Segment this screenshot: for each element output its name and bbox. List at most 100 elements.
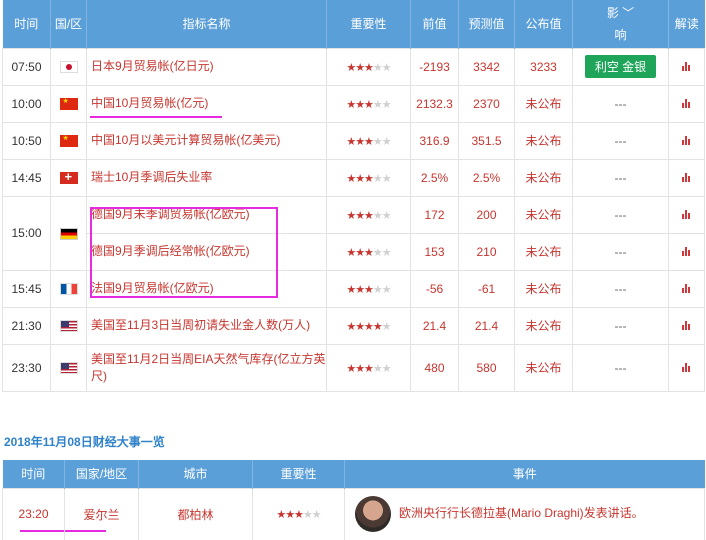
events-header-country: 国家/地区 <box>64 460 139 488</box>
importance-stars: ★★★★★ <box>346 135 391 148</box>
previous-value: 480 <box>410 343 459 392</box>
indicator-name[interactable]: 美国至11月2日当周EIA天然气库存(亿立方英尺) <box>86 343 327 392</box>
row-time: 10:00 <box>2 84 51 123</box>
header-indicator: 指标名称 <box>86 0 327 48</box>
row-time: 21:30 <box>2 306 51 345</box>
cn-flag-icon <box>59 135 78 148</box>
previous-value: 21.4 <box>410 306 459 345</box>
table-row: 10:50 中国10月以美元计算贸易帐(亿美元) ★★★★★ 316.9 351… <box>2 121 705 160</box>
highlight-box-germany-france <box>90 207 278 298</box>
impact-value: --- <box>572 306 669 345</box>
header-actual: 公布值 <box>514 0 573 48</box>
row-time: 10:50 <box>2 121 51 160</box>
previous-value: -2193 <box>410 47 459 86</box>
bar-chart-icon[interactable] <box>681 362 692 372</box>
importance-stars: ★★★★★ <box>346 209 391 222</box>
header-forecast: 预测值 <box>458 0 515 48</box>
event-country: 爱尔兰 <box>64 487 139 540</box>
actual-value: 未公布 <box>514 121 573 160</box>
header-importance: 重要性 <box>326 0 411 48</box>
bar-chart-icon[interactable] <box>681 98 692 108</box>
forecast-value: -61 <box>458 269 515 308</box>
forecast-value: 21.4 <box>458 306 515 345</box>
actual-value: 未公布 <box>514 195 573 234</box>
table-row: 14:45 瑞士10月季调后失业率 ★★★★★ 2.5% 2.5% 未公布 --… <box>2 158 705 197</box>
header-time: 时间 <box>2 0 51 48</box>
impact-value: --- <box>572 121 669 160</box>
actual-value: 未公布 <box>514 269 573 308</box>
impact-value: --- <box>572 158 669 197</box>
importance-stars: ★★★★★ <box>346 61 391 74</box>
row-time: 14:45 <box>2 158 51 197</box>
impact-value: --- <box>572 269 669 308</box>
bar-chart-icon[interactable] <box>681 209 692 219</box>
indicator-name[interactable]: 中国10月以美元计算贸易帐(亿美元) <box>86 121 327 160</box>
actual-value: 未公布 <box>514 84 573 123</box>
actual-value: 未公布 <box>514 158 573 197</box>
importance-stars: ★★★★★ <box>346 283 391 296</box>
events-header-event: 事件 <box>344 460 705 488</box>
actual-value: 未公布 <box>514 343 573 392</box>
forecast-value: 2.5% <box>458 158 515 197</box>
previous-value: 2132.3 <box>410 84 459 123</box>
actual-value: 未公布 <box>514 306 573 345</box>
de-flag-icon <box>59 227 78 240</box>
impact-value: --- <box>572 195 669 234</box>
events-header-time: 时间 <box>2 460 65 488</box>
us-flag-icon <box>59 362 78 375</box>
previous-value: 2.5% <box>410 158 459 197</box>
impact-value: --- <box>572 343 669 392</box>
event-description[interactable]: 欧洲央行行长德拉基(Mario Draghi)发表讲话。 <box>399 506 644 520</box>
header-country: 国/区 <box>50 0 87 48</box>
event-city: 都柏林 <box>138 487 253 540</box>
impact-label-top: 影 ﹀ <box>606 5 635 20</box>
importance-stars: ★★★★★ <box>346 246 391 259</box>
forecast-value: 200 <box>458 195 515 234</box>
importance-stars: ★★★★★ <box>346 362 391 375</box>
impact-label-bottom: 响 <box>614 27 627 42</box>
forecast-value: 3342 <box>458 47 515 86</box>
fr-flag-icon <box>59 283 78 296</box>
bar-chart-icon[interactable] <box>681 172 692 182</box>
table-header-row: 时间 国/区 指标名称 重要性 前值 预测值 公布值 影 ﹀ 响 解读 <box>2 0 705 48</box>
row-time: 07:50 <box>2 47 51 86</box>
actual-value: 3233 <box>514 47 573 86</box>
bar-chart-icon[interactable] <box>681 283 692 293</box>
speaker-avatar <box>355 496 391 532</box>
row-time: 15:00 <box>2 195 51 271</box>
previous-value: 316.9 <box>410 121 459 160</box>
us-flag-icon <box>59 320 78 333</box>
header-impact[interactable]: 影 ﹀ 响 <box>572 0 669 48</box>
previous-value: -56 <box>410 269 459 308</box>
events-section-title: 2018年11月08日财经大事一览 <box>4 435 165 449</box>
previous-value: 172 <box>410 195 459 234</box>
events-header-importance: 重要性 <box>252 460 345 488</box>
row-time: 23:30 <box>2 343 51 392</box>
table-row: 21:30 美国至11月3日当周初请失业金人数(万人) ★★★★★ 21.4 2… <box>2 306 705 345</box>
bar-chart-icon[interactable] <box>681 61 692 71</box>
events-header-city: 城市 <box>138 460 253 488</box>
importance-stars: ★★★★★ <box>346 320 391 333</box>
bar-chart-icon[interactable] <box>681 246 692 256</box>
impact-badge[interactable]: 利空 金银 <box>584 55 657 78</box>
previous-value: 153 <box>410 232 459 271</box>
forecast-value: 351.5 <box>458 121 515 160</box>
table-row: 07:50 日本9月贸易帐(亿日元) ★★★★★ -2193 3342 3233… <box>2 47 705 86</box>
bar-chart-icon[interactable] <box>681 135 692 145</box>
indicator-name[interactable]: 瑞士10月季调后失业率 <box>86 158 327 197</box>
forecast-value: 580 <box>458 343 515 392</box>
impact-value: --- <box>572 84 669 123</box>
row-time: 15:45 <box>2 269 51 308</box>
table-row: 23:30 美国至11月2日当周EIA天然气库存(亿立方英尺) ★★★★★ 48… <box>2 343 705 392</box>
ch-flag-icon <box>59 170 78 185</box>
events-header-row: 时间 国家/地区 城市 重要性 事件 <box>2 460 705 488</box>
cn-flag-icon <box>59 98 78 111</box>
header-previous: 前值 <box>410 0 459 48</box>
indicator-name[interactable]: 美国至11月3日当周初请失业金人数(万人) <box>86 306 327 345</box>
impact-value: --- <box>572 232 669 271</box>
bar-chart-icon[interactable] <box>681 320 692 330</box>
events-table: 时间 国家/地区 城市 重要性 事件 23:20 爱尔兰 都柏林 ★★★★★ 欧… <box>2 460 705 540</box>
highlight-underline-china <box>90 116 222 118</box>
indicator-name[interactable]: 日本9月贸易帐(亿日元) <box>86 47 327 86</box>
calendar-table: 时间 国/区 指标名称 重要性 前值 预测值 公布值 影 ﹀ 响 解读 07:5… <box>2 0 705 392</box>
